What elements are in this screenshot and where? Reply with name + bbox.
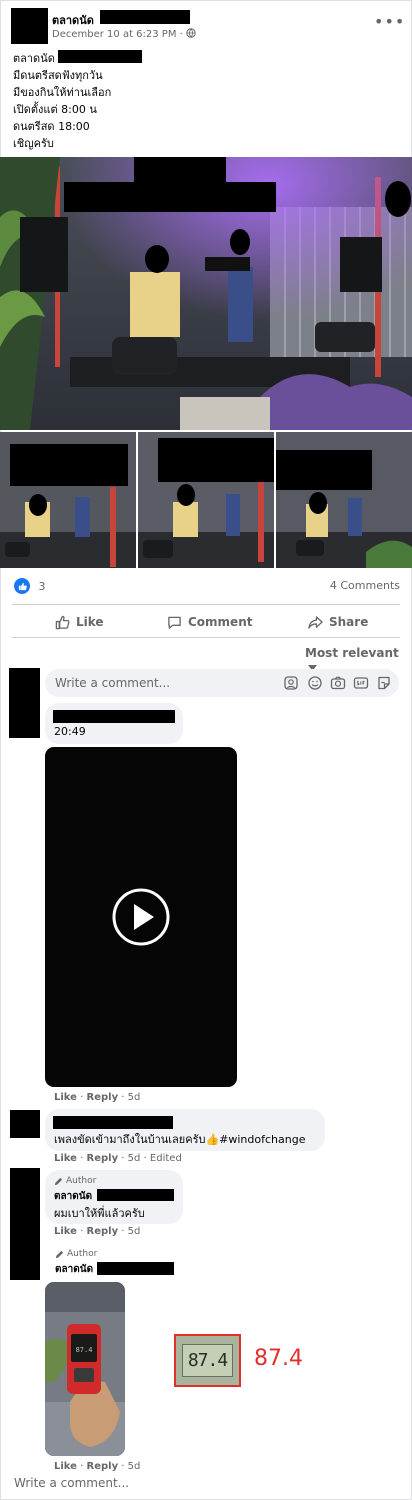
pencil-icon (55, 1250, 64, 1258)
comment-time[interactable]: 5d (128, 1226, 141, 1237)
comment-button[interactable]: Comment (167, 611, 252, 633)
comment-bubble: 20:49 (45, 703, 183, 744)
post-text-line: มีดนตรีสดฟังทุกวัน (13, 69, 103, 82)
comment-meta: Like · Reply · 5d (54, 1461, 141, 1472)
post-text: ตลาดนัด มีดนตรีสดฟังทุกวัน มีของกินให้ท่… (13, 50, 111, 152)
write-comment-link[interactable]: Write a comment... (14, 1476, 129, 1490)
comment-author[interactable]: ตลาดนัด (55, 1262, 93, 1277)
globe-icon (186, 28, 196, 38)
author-badge: Author (55, 1249, 97, 1259)
like-label: Like (76, 615, 104, 629)
like-reaction-icon[interactable] (14, 578, 30, 594)
more-options-button[interactable]: ••• (374, 12, 405, 31)
pencil-icon (54, 1177, 63, 1185)
redacted-commenter-name (53, 710, 175, 723)
comment-like-link[interactable]: Like (54, 1092, 77, 1103)
divider (12, 604, 400, 605)
comment-time[interactable]: 5d (128, 1461, 141, 1472)
comment-icon (168, 616, 181, 629)
redacted-commenter-name (53, 1116, 173, 1129)
post-text-line: มีของกินให้ท่านเลือก (13, 86, 112, 99)
redacted-text (58, 50, 142, 63)
share-button[interactable]: Share (308, 611, 368, 633)
comment-time[interactable]: 5d (128, 1092, 141, 1103)
reading-label: 87.4 (254, 1346, 303, 1371)
avatar[interactable] (11, 8, 48, 44)
redacted-banner (158, 438, 274, 482)
comment-input-placeholder: Write a comment... (55, 676, 171, 690)
face-blur (177, 484, 195, 506)
emoji-icon[interactable] (307, 675, 323, 691)
meter-display-digits: 87.4 (182, 1344, 233, 1377)
comment-text: เพลงขัดเข้ามาถึงในบ้านเลยครับ👍#windofcha… (54, 1133, 306, 1146)
author-badge-label: Author (67, 1249, 98, 1259)
face-blur (385, 181, 411, 217)
comment-reply-link[interactable]: Reply (87, 1153, 119, 1164)
redacted-commenter-name (97, 1262, 174, 1275)
comment-count[interactable]: 4 Comments (330, 579, 400, 592)
main-photo[interactable] (0, 157, 412, 430)
share-label: Share (329, 615, 369, 629)
sticker-icon[interactable] (376, 675, 392, 691)
comment-input[interactable]: Write a comment... (45, 669, 399, 697)
avatar[interactable] (9, 668, 40, 738)
comment-like-link[interactable]: Like (54, 1153, 77, 1164)
post-text-line: เชิญครับ (13, 137, 54, 150)
author-badge-label: Author (66, 1176, 97, 1186)
face-blur (29, 494, 47, 516)
sort-label: Most relevant (305, 646, 399, 660)
sound-meter-scene: 87.4 (45, 1282, 125, 1456)
redacted-banner (10, 444, 128, 486)
comment-text: ผมเบาให้พี่แล้วครับ (54, 1207, 145, 1220)
avatar[interactable] (10, 1168, 40, 1280)
comment-meta: Like · Reply · 5d · Edited (54, 1153, 182, 1164)
comment-like-link[interactable]: Like (54, 1226, 77, 1237)
gif-icon[interactable] (353, 675, 369, 691)
face-blur (145, 245, 169, 273)
thumbnail-photo[interactable] (138, 432, 274, 568)
face-blur (230, 229, 250, 255)
comment-meta: Like · Reply · 5d (54, 1226, 141, 1237)
post-date-text: December 10 at 6:23 PM · (52, 29, 186, 40)
camera-icon[interactable] (330, 675, 346, 691)
comment-time[interactable]: 5d (128, 1153, 141, 1164)
thumbs-up-icon (55, 615, 70, 629)
comment-label: Comment (188, 615, 253, 629)
comment-meta: Like · Reply · 5d (54, 1092, 141, 1103)
face-blur (309, 492, 327, 514)
comment-reply-link[interactable]: Reply (87, 1226, 119, 1237)
author-badge: Author (54, 1176, 96, 1186)
comment-author[interactable]: ตลาดนัด (54, 1189, 92, 1204)
post-date[interactable]: December 10 at 6:23 PM · (52, 28, 196, 40)
comment-text: 20:49 (54, 725, 86, 738)
like-button[interactable]: Like (55, 611, 104, 633)
redacted-author-name (100, 10, 190, 24)
thumbnail-photo[interactable] (0, 432, 136, 568)
redacted-banner (134, 157, 226, 195)
reaction-count[interactable]: 3 (39, 580, 46, 593)
redacted-commenter-name (97, 1189, 174, 1201)
post-text-line: เปิดตั้งแต่ 8:00 น (13, 103, 97, 116)
comment-bubble: เพลงขัดเข้ามาถึงในบ้านเลยครับ👍#windofcha… (45, 1109, 325, 1151)
play-icon[interactable] (111, 887, 171, 947)
avatar-sticker-icon[interactable] (283, 675, 299, 691)
share-icon (308, 615, 323, 629)
divider (12, 637, 400, 638)
comment-reply-link[interactable]: Reply (87, 1092, 119, 1103)
video-attachment[interactable] (45, 747, 237, 1087)
redacted-banner (276, 450, 372, 490)
meter-closeup: 87.4 (174, 1334, 241, 1387)
thumbnail-photo[interactable] (276, 432, 412, 568)
comment-reply-link[interactable]: Reply (87, 1461, 119, 1472)
post-text-line: ดนตรีสด 18:00 (13, 120, 90, 133)
edited-label[interactable]: Edited (150, 1153, 182, 1164)
avatar[interactable] (10, 1110, 40, 1138)
comment-like-link[interactable]: Like (54, 1461, 77, 1472)
post-author[interactable]: ตลาดนัด (52, 11, 94, 29)
meter-screen-text: 87.4 (76, 1346, 93, 1354)
sound-meter-photo[interactable]: 87.4 (45, 1282, 125, 1456)
reactions-row: 3 4 Comments (14, 578, 400, 596)
